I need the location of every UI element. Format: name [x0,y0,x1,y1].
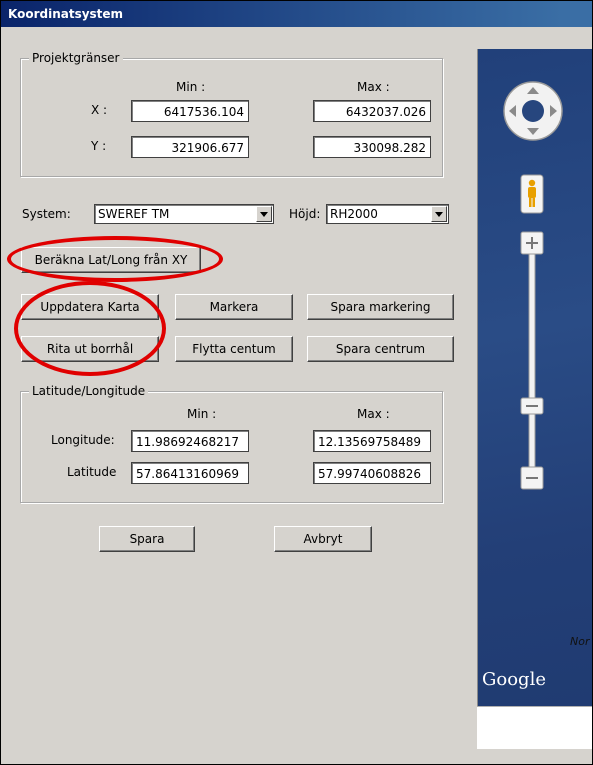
height-select[interactable]: RH2000 [326,204,449,224]
min-header: Min : [187,407,217,421]
cancel-button[interactable]: Avbryt [274,526,372,552]
max-header: Max : [357,407,390,421]
x-label: X : [91,103,108,117]
pegman-icon[interactable] [520,174,544,214]
system-select-value: SWEREF TM [98,207,170,221]
draw-boreholes-button[interactable]: Rita ut borrhål [21,336,159,362]
latitude-min-field[interactable]: 57.86413160969 [131,462,249,484]
longitude-min-field[interactable]: 11.98692468217 [131,430,249,452]
save-center-button[interactable]: Spara centrum [307,336,454,362]
save-mark-button[interactable]: Spara markering [307,294,454,320]
calc-latlong-button[interactable]: Beräkna Lat/Long från XY [21,247,201,273]
system-select[interactable]: SWEREF TM [94,204,274,224]
y-min-field[interactable]: 321906.677 [131,136,249,158]
map-view[interactable]: Nor Google [477,49,592,748]
longitude-max-field[interactable]: 12.13569758489 [313,430,431,452]
project-bounds-legend: Projektgränser [29,51,123,65]
max-header: Max : [357,80,390,94]
min-header: Min : [176,80,206,94]
save-button[interactable]: Spara [99,526,195,552]
latitude-max-field[interactable]: 57.99740608826 [313,462,431,484]
latlong-legend: Latitude/Longitude [29,384,149,398]
mark-button[interactable]: Markera [175,294,293,320]
map-place-label: Nor [570,635,590,648]
zoom-slider-handle[interactable] [520,397,544,415]
latitude-label: Latitude [67,465,117,479]
chevron-down-icon[interactable] [431,206,447,222]
system-label: System: [22,207,71,221]
height-select-value: RH2000 [330,207,378,221]
dialog-window: Koordinatsystem Projektgränser Min : Max… [0,0,593,765]
update-map-button[interactable]: Uppdatera Karta [21,294,159,320]
move-center-button[interactable]: Flytta centum [175,336,293,362]
google-logo: Google [482,669,546,690]
zoom-slider-track[interactable] [528,244,536,490]
y-max-field[interactable]: 330098.282 [313,136,431,158]
chevron-down-icon[interactable] [256,206,272,222]
height-label: Höjd: [289,207,321,221]
project-bounds-group: Projektgränser Min : Max : X : Y : 64175… [20,51,443,177]
zoom-out-button[interactable] [520,466,544,490]
latlong-group: Latitude/Longitude Min : Max : Longitude… [20,384,443,503]
zoom-in-button[interactable] [520,231,544,255]
y-label: Y : [91,139,107,153]
map-footer [477,706,592,749]
title-bar: Koordinatsystem [1,1,592,27]
longitude-label: Longitude: [51,433,115,447]
pan-control[interactable] [503,81,563,141]
x-min-field[interactable]: 6417536.104 [131,100,249,122]
x-max-field[interactable]: 6432037.026 [313,100,431,122]
